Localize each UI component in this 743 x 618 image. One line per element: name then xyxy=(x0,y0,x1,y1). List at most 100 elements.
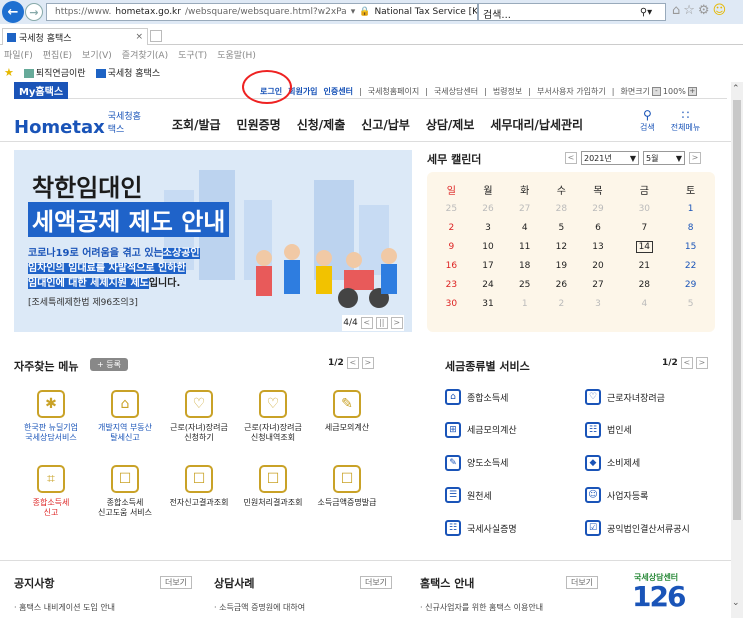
year-select[interactable]: 2021년 ▼ xyxy=(581,151,639,165)
calendar-day[interactable]: 27 xyxy=(580,275,617,294)
menu-tools[interactable]: 도구(T) xyxy=(178,48,207,61)
calendar-day[interactable]: 31 xyxy=(470,294,507,313)
tax-service-item[interactable]: ☺ 사업자등록 xyxy=(585,486,725,504)
nts-home-link[interactable]: 국세청홈페이지 xyxy=(368,86,420,97)
scroll-up-icon[interactable]: ⌃ xyxy=(732,84,740,94)
tax-service-item[interactable]: ⊞ 세금모의계산 xyxy=(445,421,585,439)
tax-service-item[interactable]: ⌂ 종합소득세 xyxy=(445,388,585,406)
calendar-day[interactable]: 26 xyxy=(470,199,507,218)
forward-arrow-icon[interactable]: → xyxy=(25,3,43,21)
calendar-day[interactable]: 8 xyxy=(672,218,709,237)
home-icon[interactable]: ⌂ xyxy=(672,3,680,21)
scroll-down-icon[interactable]: ⌄ xyxy=(732,598,740,608)
calendar-day[interactable]: 15 xyxy=(672,237,709,256)
tax-service-item[interactable]: ☷ 법인세 xyxy=(585,421,725,439)
calendar-day[interactable]: 29 xyxy=(672,275,709,294)
back-arrow-icon[interactable]: ← xyxy=(2,1,24,23)
guide-more-button[interactable]: 더보기 xyxy=(566,576,598,589)
scrollbar-thumb[interactable] xyxy=(733,100,741,520)
calendar-day[interactable]: 30 xyxy=(433,294,470,313)
calendar-day[interactable]: 25 xyxy=(433,199,470,218)
star-icon[interactable]: ☆ xyxy=(683,3,695,21)
calendar-day[interactable]: 10 xyxy=(470,237,507,256)
guide-item[interactable]: · 신규사업자를 위한 홈택스 이용안내 xyxy=(420,602,543,613)
calendar-day[interactable]: 28 xyxy=(616,275,672,294)
next-arrow-icon[interactable]: > xyxy=(390,317,403,329)
pause-icon[interactable]: || xyxy=(375,317,388,329)
menu-help[interactable]: 도움말(H) xyxy=(217,48,256,61)
calendar-day[interactable]: 29 xyxy=(580,199,617,218)
calendar-day[interactable]: 17 xyxy=(470,256,507,275)
menu-file[interactable]: 파일(F) xyxy=(4,48,33,61)
calendar-day[interactable]: 7 xyxy=(616,218,672,237)
notice-more-button[interactable]: 더보기 xyxy=(160,576,192,589)
month-select[interactable]: 5월 ▼ xyxy=(643,151,685,165)
gear-icon[interactable]: ⚙ xyxy=(698,3,710,21)
calendar-day[interactable]: 25 xyxy=(506,275,543,294)
close-icon[interactable]: × xyxy=(135,32,143,42)
calendar-day[interactable]: 11 xyxy=(506,237,543,256)
calendar-day[interactable]: 3 xyxy=(470,218,507,237)
zoom-in-button[interactable]: + xyxy=(687,86,697,96)
add-favorite-button[interactable]: + 등록 xyxy=(90,358,128,371)
calendar-day[interactable]: 27 xyxy=(506,199,543,218)
calendar-day[interactable]: 24 xyxy=(470,275,507,294)
tax-service-item[interactable]: ♡ 근로자녀장려금 xyxy=(585,388,725,406)
calendar-day[interactable]: 12 xyxy=(543,237,580,256)
prev-arrow-icon[interactable]: < xyxy=(346,357,359,369)
favorite-menu-item[interactable]: ☐ 민원처리결과조회 xyxy=(236,465,310,530)
next-month-icon[interactable]: > xyxy=(689,152,701,164)
calendar-day[interactable]: 28 xyxy=(543,199,580,218)
calendar-day[interactable]: 14 xyxy=(616,237,672,256)
tax-service-item[interactable]: ◆ 소비제세 xyxy=(585,454,725,472)
consult-center-badge[interactable]: 국세상담센터 126 xyxy=(632,572,722,618)
calendar-day[interactable]: 30 xyxy=(616,199,672,218)
calendar-day[interactable]: 9 xyxy=(433,237,470,256)
calendar-day[interactable]: 18 xyxy=(506,256,543,275)
tax-service-item[interactable]: ☑ 공익법인결산서류공시 xyxy=(585,519,725,537)
favorite-menu-item[interactable]: ♡ 근로(자녀)장려금 신청하기 xyxy=(162,390,236,455)
nav-apply-submit[interactable]: 신청/제출 xyxy=(297,116,346,136)
favorite-menu-item[interactable]: ✎ 세금모의계산 xyxy=(310,390,384,455)
dept-user-join-link[interactable]: 부서사용자 가입하기 xyxy=(537,86,606,97)
calendar-day[interactable]: 1 xyxy=(506,294,543,313)
hometax-logo[interactable]: Hometax 국세청홈택스 xyxy=(14,108,144,138)
consult-center-link[interactable]: 국세상담센터 xyxy=(434,86,478,97)
nav-report-pay[interactable]: 신고/납부 xyxy=(361,116,410,136)
calendar-day[interactable]: 21 xyxy=(616,256,672,275)
calendar-day[interactable]: 3 xyxy=(580,294,617,313)
tax-service-item[interactable]: ☰ 원천세 xyxy=(445,486,585,504)
cert-center-link[interactable]: 인증센터 xyxy=(324,86,353,97)
cases-item[interactable]: · 소득금액 증명원에 대하여 xyxy=(214,602,305,613)
notice-item[interactable]: · 홈택스 내비게이션 도입 안내 xyxy=(14,602,115,613)
prev-month-icon[interactable]: < xyxy=(565,152,577,164)
calendar-day[interactable]: 22 xyxy=(672,256,709,275)
calendar-day[interactable]: 13 xyxy=(580,237,617,256)
favorite-menu-item[interactable]: ⌂ 개발지역 부동산 탈세신고 xyxy=(88,390,162,455)
nav-tax-agent[interactable]: 세무대리/납세관리 xyxy=(490,116,583,136)
nav-inquiry-issue[interactable]: 조회/발급 xyxy=(172,116,221,136)
favorite-menu-item[interactable]: ♡ 근로(자녀)장려금 신청내역조회 xyxy=(236,390,310,455)
calendar-day[interactable]: 26 xyxy=(543,275,580,294)
nav-civil-cert[interactable]: 민원증명 xyxy=(237,116,281,136)
favorite-menu-item[interactable]: ☐ 소득금액증명발급 xyxy=(310,465,384,530)
next-arrow-icon[interactable]: > xyxy=(361,357,374,369)
prev-arrow-icon[interactable]: < xyxy=(680,357,693,369)
promo-banner[interactable]: 착한임대인 세액공제 제도 안내 코로나19로 어려움을 겪고 있는소상공인 임… xyxy=(14,150,412,332)
fav-link-hometax[interactable]: 국세청 홈택스 xyxy=(95,66,160,79)
browser-tab[interactable]: 국세청 홈택스 × xyxy=(2,28,148,45)
favorite-menu-item[interactable]: ☐ 종합소득세 신고도움 서비스 xyxy=(88,465,162,530)
dropdown-arrow-icon[interactable]: ▾ xyxy=(351,7,356,17)
menu-view[interactable]: 보기(V) xyxy=(82,48,112,61)
calendar-day[interactable]: 2 xyxy=(433,218,470,237)
nav-consult-report[interactable]: 상담/제보 xyxy=(426,116,475,136)
url-field[interactable]: https://www. hometax.go.kr/websquare/webs… xyxy=(46,3,478,21)
tax-service-item[interactable]: ☷ 국세사실증명 xyxy=(445,519,585,537)
zoom-out-button[interactable]: - xyxy=(651,86,661,96)
favorites-star-icon[interactable]: ★ xyxy=(4,66,14,79)
join-link[interactable]: 회원가입 xyxy=(288,86,317,97)
header-search-button[interactable]: ⚲ 검색 xyxy=(640,108,655,138)
calendar-day[interactable]: 19 xyxy=(543,256,580,275)
calendar-day[interactable]: 4 xyxy=(616,294,672,313)
next-arrow-icon[interactable]: > xyxy=(695,357,708,369)
